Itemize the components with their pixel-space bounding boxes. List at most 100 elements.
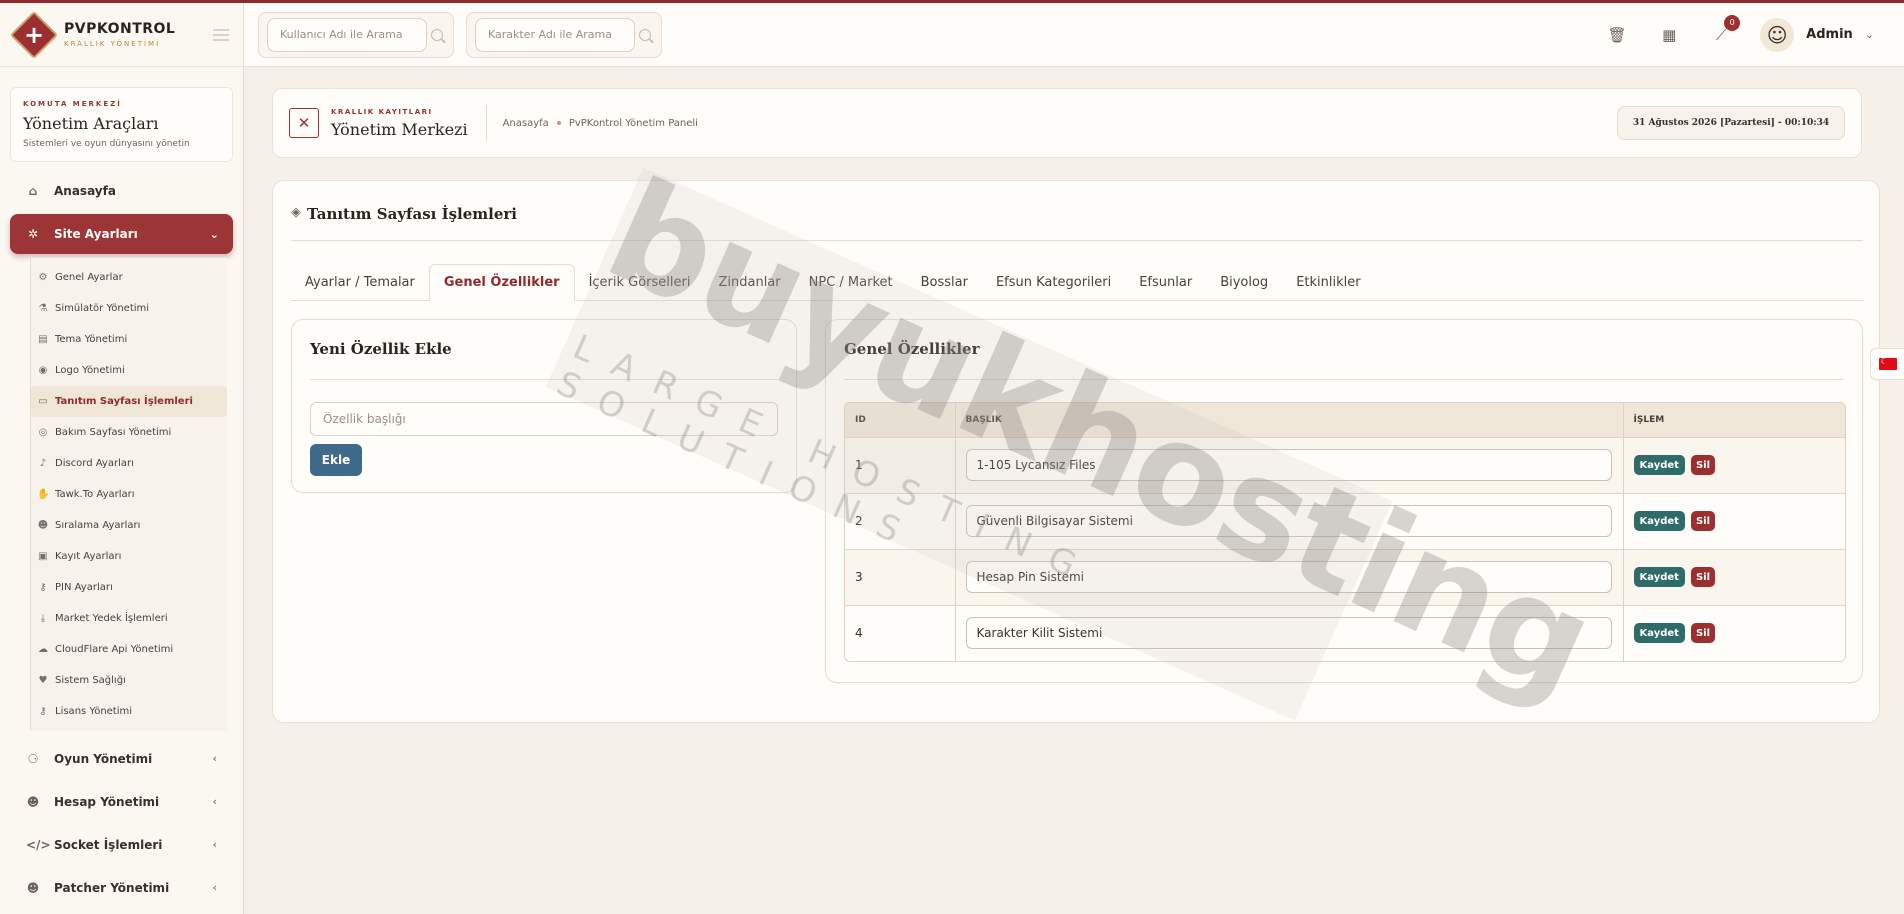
tab-content-images[interactable]: İçerik Görselleri [575, 264, 705, 300]
row-id: 4 [845, 604, 956, 661]
row-id: 1 [845, 436, 956, 493]
tab-general-features[interactable]: Genel Özellikler [428, 264, 575, 301]
delete-button[interactable]: Sil [1690, 455, 1715, 475]
user-search-input[interactable] [267, 17, 427, 52]
chart-icon[interactable]: ⟋ 0 [1710, 14, 1741, 46]
sidebar-subitem-tawkto[interactable]: ✋ Tawk.To Ayarları [31, 479, 227, 510]
save-button[interactable]: Kaydet [1633, 511, 1685, 531]
sidebar-subitem-system-health[interactable]: ♥ Sistem Sağlığı [31, 665, 227, 696]
hamburger-icon[interactable] [213, 28, 229, 41]
admin-name[interactable]: Admin [1806, 27, 1853, 42]
delete-button[interactable]: Sil [1690, 567, 1715, 587]
sidebar-subitem-maintenance[interactable]: ◎ Bakım Sayfası Yönetimi [31, 417, 227, 448]
download-icon: ⤓ [40, 613, 46, 624]
sidebar-subitem-label: Bakım Sayfası Yönetimi [55, 427, 172, 438]
table-row: 4 KaydetSil [845, 604, 1845, 661]
sidebar-subitem-label: Lisans Yönetimi [55, 706, 133, 717]
tab-bar: Ayarlar / Temalar Genel Özellikler İçeri… [291, 263, 1863, 301]
table-row: 1 KaydetSil [845, 436, 1845, 493]
sidebar-item-site-settings[interactable]: ✲ Site Ayarları ⌄ [10, 214, 233, 254]
sidebar-subitem-theme[interactable]: ▤ Tema Yönetimi [31, 324, 227, 355]
sidebar-subitem-general[interactable]: ⚙ Genel Ayarlar [31, 262, 227, 293]
sidebar-subitem-label: Kayıt Ayarları [55, 551, 122, 562]
chevron-down-icon[interactable]: ⌄ [1865, 28, 1874, 41]
code-icon: </> [26, 837, 51, 852]
tab-bonuses[interactable]: Efsunlar [1125, 264, 1206, 300]
tab-events[interactable]: Etkinlikler [1282, 264, 1374, 300]
topbar: 🗑 ▦ ⟋ 0 ☺ Admin ⌄ [244, 3, 1904, 67]
sidebar-subitem-intro-page[interactable]: ▭ Tanıtım Sayfası İşlemleri [31, 386, 227, 417]
sidebar-subitem-label: PIN Ayarları [55, 582, 113, 593]
sidebar-subitem-ranking[interactable]: ☻ Sıralama Ayarları [31, 510, 227, 541]
sidebar-subitem-label: Simülatör Yönetimi [55, 303, 150, 314]
sidebar-subitem-simulator[interactable]: ⚗ Simülatör Yönetimi [31, 293, 227, 324]
chevron-left-icon: ‹ [212, 881, 217, 894]
page-header: ✕ KRALLIK KAYITLARI Yönetim Merkezi Anas… [272, 88, 1862, 158]
tab-npc-market[interactable]: NPC / Market [795, 264, 907, 300]
sidebar-item-patcher[interactable]: ☻ Patcher Yönetimi ‹ [0, 866, 243, 909]
sidebar-subitem-market-backup[interactable]: ⤓ Market Yedek İşlemleri [31, 603, 227, 634]
sidebar-item-home[interactable]: ⌂ Anasayfa [0, 172, 243, 210]
row-title-input[interactable] [965, 561, 1612, 593]
save-button[interactable]: Kaydet [1633, 455, 1685, 475]
user-search [258, 11, 454, 58]
close-icon[interactable]: ✕ [289, 108, 319, 138]
heartbeat-icon: ♥ [38, 675, 48, 686]
character-search-input[interactable] [475, 17, 635, 52]
feature-title-input[interactable] [310, 402, 778, 436]
sidebar-item-socket[interactable]: </> Socket İşlemleri ‹ [0, 823, 243, 866]
sidebar-item-label: Hesap Yönetimi [54, 794, 160, 809]
features-panel: Genel Özellikler ID BAŞLIK İŞLEM 1 Kayde… [825, 319, 1863, 683]
sidebar-subitem-registration[interactable]: ▣ Kayıt Ayarları [31, 541, 227, 572]
search-icon[interactable] [431, 28, 443, 41]
row-title-input[interactable] [965, 617, 1612, 650]
breadcrumb-home[interactable]: Anasayfa [503, 118, 549, 129]
sidebar-subitem-pin[interactable]: ⚷ PIN Ayarları [31, 572, 227, 603]
tab-settings-themes[interactable]: Ayarlar / Temalar [291, 264, 429, 300]
tab-biologist[interactable]: Biyolog [1206, 264, 1282, 300]
sidebar-subitem-label: Tanıtım Sayfası İşlemleri [55, 396, 193, 407]
sidebar-subitem-label: Tawk.To Ayarları [55, 489, 135, 500]
sidebar-subitem-label: Sıralama Ayarları [55, 520, 141, 531]
search-icon[interactable] [639, 28, 651, 41]
tab-bosses[interactable]: Bosslar [907, 264, 982, 300]
features-title: Genel Özellikler [844, 340, 1844, 380]
breadcrumb-current: PvPKontrol Yönetim Paneli [568, 117, 698, 129]
brand-title: PVPKONTROL [64, 21, 176, 37]
save-button[interactable]: Kaydet [1633, 567, 1685, 587]
row-title-input[interactable] [965, 505, 1612, 537]
main-card: ◈ Tanıtım Sayfası İşlemleri Ayarlar / Te… [272, 180, 1880, 723]
sidebar-subitem-label: Logo Yönetimi [55, 365, 125, 376]
key-icon: ⚷ [39, 582, 47, 593]
tab-bonus-categories[interactable]: Efsun Kategorileri [982, 264, 1125, 300]
users-icon: ☻ [37, 520, 49, 531]
sidebar-item-account[interactable]: ☻ Hesap Yönetimi ‹ [0, 780, 243, 823]
add-button[interactable]: Ekle [310, 444, 362, 476]
row-title-input[interactable] [965, 449, 1612, 481]
eye-icon: ◉ [38, 365, 48, 376]
trash-icon[interactable]: 🗑 [1606, 24, 1628, 46]
tab-dungeons[interactable]: Zindanlar [704, 264, 794, 300]
brand-subtitle: KRALLIK YÖNETİMİ [64, 40, 161, 48]
language-selector[interactable] [1870, 348, 1904, 380]
chevron-left-icon: ‹ [212, 838, 217, 851]
sidebar-subitem-label: Market Yedek İşlemleri [55, 613, 168, 624]
avatar[interactable]: ☺ [1760, 17, 1795, 52]
calendar-icon[interactable]: ▦ [1658, 24, 1680, 46]
row-id: 2 [845, 492, 956, 549]
sidebar-item-game[interactable]: ⚆ Oyun Yönetimi ‹ [0, 737, 243, 780]
sidebar-subitem-cloudflare[interactable]: ☁ CloudFlare Api Yönetimi [31, 634, 227, 665]
gears-icon: ⚙ [38, 272, 48, 283]
chevron-left-icon: ‹ [212, 795, 217, 808]
eye-slash-icon: ◎ [38, 427, 48, 438]
delete-button[interactable]: Sil [1690, 623, 1715, 644]
sidebar-item-label: Anasayfa [54, 184, 116, 198]
brand[interactable]: + PVPKONTROL KRALLIK YÖNETİMİ [0, 3, 243, 67]
sidebar-subitem-license[interactable]: ⚷ Lisans Yönetimi [31, 696, 227, 727]
page-title: Yönetim Merkezi [331, 119, 468, 139]
save-button[interactable]: Kaydet [1633, 623, 1685, 644]
sidebar-subitem-logo[interactable]: ◉ Logo Yönetimi [31, 355, 227, 386]
sidebar-subitem-discord[interactable]: ♪ Discord Ayarları [31, 448, 227, 479]
sidebar-item-label: Socket İşlemleri [54, 837, 163, 852]
delete-button[interactable]: Sil [1690, 511, 1715, 531]
